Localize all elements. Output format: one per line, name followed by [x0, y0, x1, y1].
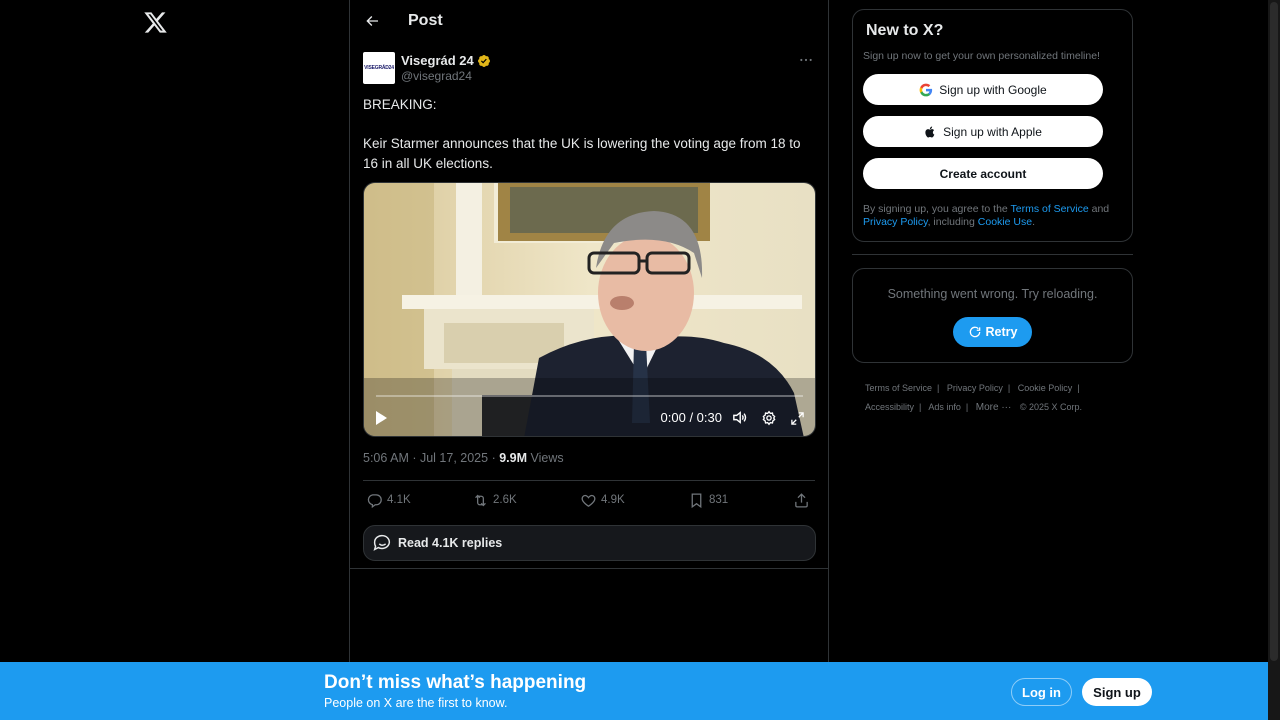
retry-button[interactable]: Retry [953, 317, 1032, 347]
views-label: Views [530, 451, 564, 465]
footer-terms-link[interactable]: Terms of Service [865, 383, 932, 393]
arrow-left-icon [366, 16, 378, 26]
bookmark-button[interactable]: 831 [688, 488, 728, 512]
signup-banner: Don’t miss what’s happening People on X … [0, 662, 1268, 720]
footer-accessibility-link[interactable]: Accessibility [865, 402, 914, 412]
like-button[interactable]: 4.9K [580, 488, 625, 512]
volume-icon[interactable] [731, 409, 748, 426]
google-icon [919, 83, 933, 96]
page-title: Post [408, 12, 443, 29]
repost-count: 2.6K [493, 494, 517, 506]
reply-button[interactable]: 4.1K [366, 488, 411, 512]
footer-separator: | [937, 383, 940, 393]
signup-google-button[interactable]: Sign up with Google [863, 74, 1103, 105]
tweet-text: BREAKING: Keir Starmer announces that th… [363, 97, 801, 171]
play-icon[interactable] [374, 410, 388, 426]
scrollbar[interactable] [1268, 0, 1280, 720]
footer-ads-link[interactable]: Ads info [928, 402, 961, 412]
signup-title: New to X? [866, 22, 944, 39]
tweet-timestamp[interactable]: 5:06 AM · Jul 17, 2025 [363, 451, 488, 465]
reply-icon [367, 493, 382, 508]
back-button[interactable] [354, 3, 390, 39]
footer-more-button[interactable]: More ··· [976, 402, 1012, 413]
fullscreen-icon[interactable] [790, 411, 805, 426]
signup-apple-button[interactable]: Sign up with Apple [863, 116, 1103, 147]
bookmark-count: 831 [709, 494, 729, 506]
tweet-author: VISEGRÁD24 Visegrád 24 @visegrad24 [363, 52, 491, 84]
error-card: Something went wrong. Try reloading. Ret… [852, 268, 1133, 363]
signup-subtitle: Sign up now to get your own personalized… [863, 50, 1100, 62]
video-progress-bar[interactable] [376, 395, 803, 397]
banner-title: Don’t miss what’s happening [324, 672, 587, 693]
footer-separator: | [1007, 383, 1011, 393]
share-icon [795, 492, 808, 508]
legal-prefix: By signing up, you agree to the [863, 203, 1011, 215]
footer-cookie-link[interactable]: Cookie Policy [1018, 383, 1073, 393]
tweet-actions: 4.1K 2.6K 4.9K 831 [363, 488, 818, 512]
share-button[interactable] [793, 488, 814, 512]
more-options-button[interactable] [796, 52, 816, 68]
video-frame [364, 183, 815, 436]
reply-count: 4.1K [387, 494, 411, 506]
cookie-link[interactable]: Cookie Use [978, 216, 1032, 228]
signup-button[interactable]: Sign up [1082, 678, 1152, 706]
signup-apple-label: Sign up with Apple [943, 124, 1042, 139]
create-account-button[interactable]: Create account [863, 158, 1103, 189]
tweet-meta: 5:06 AM · Jul 17, 2025 · 9.9M Views [363, 451, 564, 465]
retry-label: Retry [985, 325, 1018, 339]
video-time: 0:00 / 0:30 [660, 410, 722, 425]
signup-legal-text: By signing up, you agree to the Terms of… [863, 203, 1125, 229]
repost-icon [475, 494, 486, 506]
privacy-link[interactable]: Privacy Policy [863, 216, 928, 228]
error-message: Something went wrong. Try reloading. [887, 287, 1098, 301]
read-replies-label: Read 4.1K replies [398, 536, 503, 550]
apple-icon [925, 125, 935, 137]
legal-including: , including [927, 216, 978, 228]
author-name[interactable]: Visegrád 24 [401, 53, 474, 68]
signup-card: New to X? Sign up now to get your own pe… [852, 9, 1133, 242]
views-count: 9.9M [499, 451, 528, 465]
divider [852, 254, 1133, 255]
main-column: Post VISEGRÁD24 Visegrád 24 @visegrad24 … [349, 0, 829, 720]
footer-separator: | [965, 402, 969, 412]
repost-button[interactable]: 2.6K [472, 488, 517, 512]
scrollbar-thumb[interactable] [1270, 2, 1278, 661]
divider [363, 480, 815, 481]
post-header: Post [350, 0, 828, 42]
chat-bubble-icon [373, 534, 391, 551]
signup-google-label: Sign up with Google [939, 82, 1047, 97]
footer-separator: | [919, 402, 922, 412]
more-icon [800, 58, 812, 62]
terms-link[interactable]: Terms of Service [1011, 203, 1089, 215]
verified-badge-icon [477, 54, 490, 67]
refresh-icon [969, 326, 980, 338]
footer-copyright: © 2025 X Corp. [1019, 402, 1083, 412]
x-logo-icon[interactable] [143, 10, 168, 35]
bookmark-icon [691, 492, 702, 508]
heart-icon [581, 494, 596, 507]
legal-and: and [1088, 203, 1110, 215]
gear-icon[interactable] [761, 410, 777, 426]
footer-privacy-link[interactable]: Privacy Policy [947, 383, 1003, 393]
login-button[interactable]: Log in [1011, 678, 1072, 706]
divider [350, 568, 828, 569]
avatar[interactable]: VISEGRÁD24 [363, 52, 395, 84]
video-player[interactable]: 0:00 / 0:30 [363, 182, 816, 437]
footer-separator: | [1077, 383, 1080, 393]
read-replies-button[interactable]: Read 4.1K replies [363, 525, 816, 561]
footer-links: Terms of Service | Privacy Policy | Cookie… [865, 379, 1125, 417]
like-count: 4.9K [601, 494, 625, 506]
author-handle[interactable]: @visegrad24 [401, 69, 491, 83]
banner-subtitle: People on X are the first to know. [324, 696, 508, 710]
avatar-logo-text: VISEGRÁD24 [364, 65, 394, 71]
legal-period: . [1032, 216, 1035, 228]
